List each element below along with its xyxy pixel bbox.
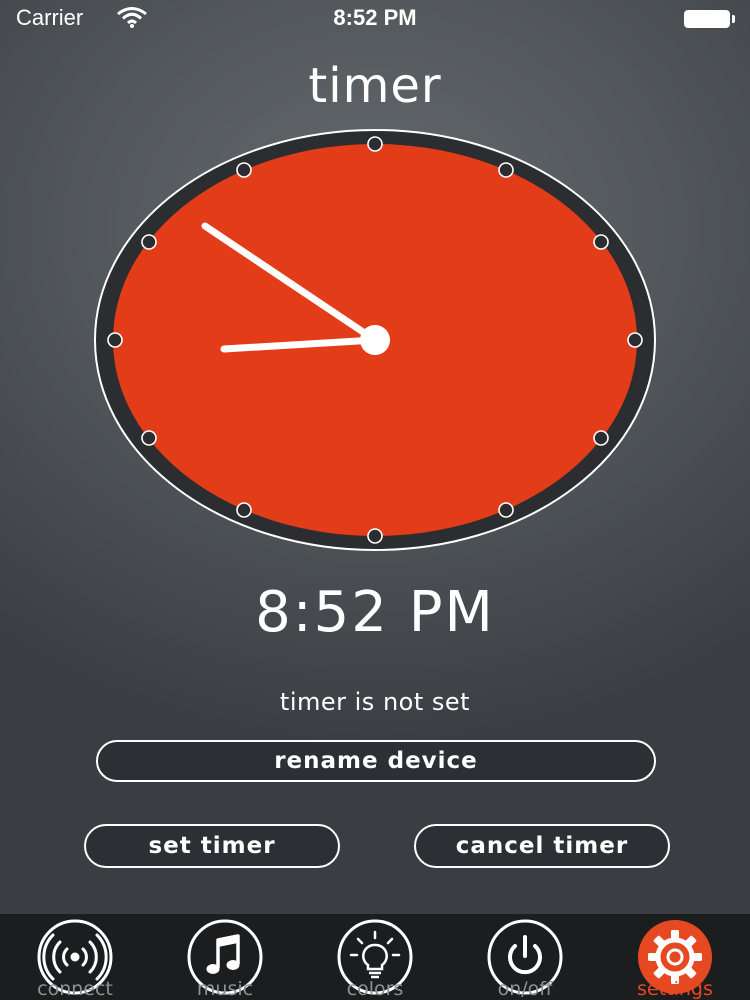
status-time: 8:52 PM — [333, 5, 417, 30]
cancel-timer-button[interactable]: cancel timer — [414, 824, 670, 868]
battery-icon — [684, 10, 736, 28]
tab-label-connect: connect — [37, 978, 113, 1000]
set-timer-button[interactable]: set timer — [84, 824, 340, 868]
tab-colors[interactable]: colors — [300, 914, 450, 1000]
status-bar: Carrier 8:52 PM — [0, 0, 750, 36]
timer-dial[interactable] — [90, 128, 660, 552]
tab-label-colors: colors — [346, 978, 404, 1000]
timer-status-text: timer is not set — [279, 688, 471, 716]
tab-label-music: music — [196, 978, 254, 1000]
tab-bar: connect music colors on/off settings — [0, 914, 750, 1000]
page-title: timer — [308, 58, 442, 114]
tab-settings[interactable]: settings — [600, 914, 750, 1000]
dial-center-pin — [360, 325, 390, 355]
tab-label-on-off: on/off — [497, 978, 553, 1000]
tab-music[interactable]: music — [150, 914, 300, 1000]
tab-connect[interactable]: connect — [0, 914, 150, 1000]
tab-label-settings: settings — [637, 978, 713, 1000]
rename-device-button[interactable]: rename device — [96, 740, 656, 782]
current-time-display: 8:52 PM — [255, 580, 495, 645]
tab-on-off[interactable]: on/off — [450, 914, 600, 1000]
